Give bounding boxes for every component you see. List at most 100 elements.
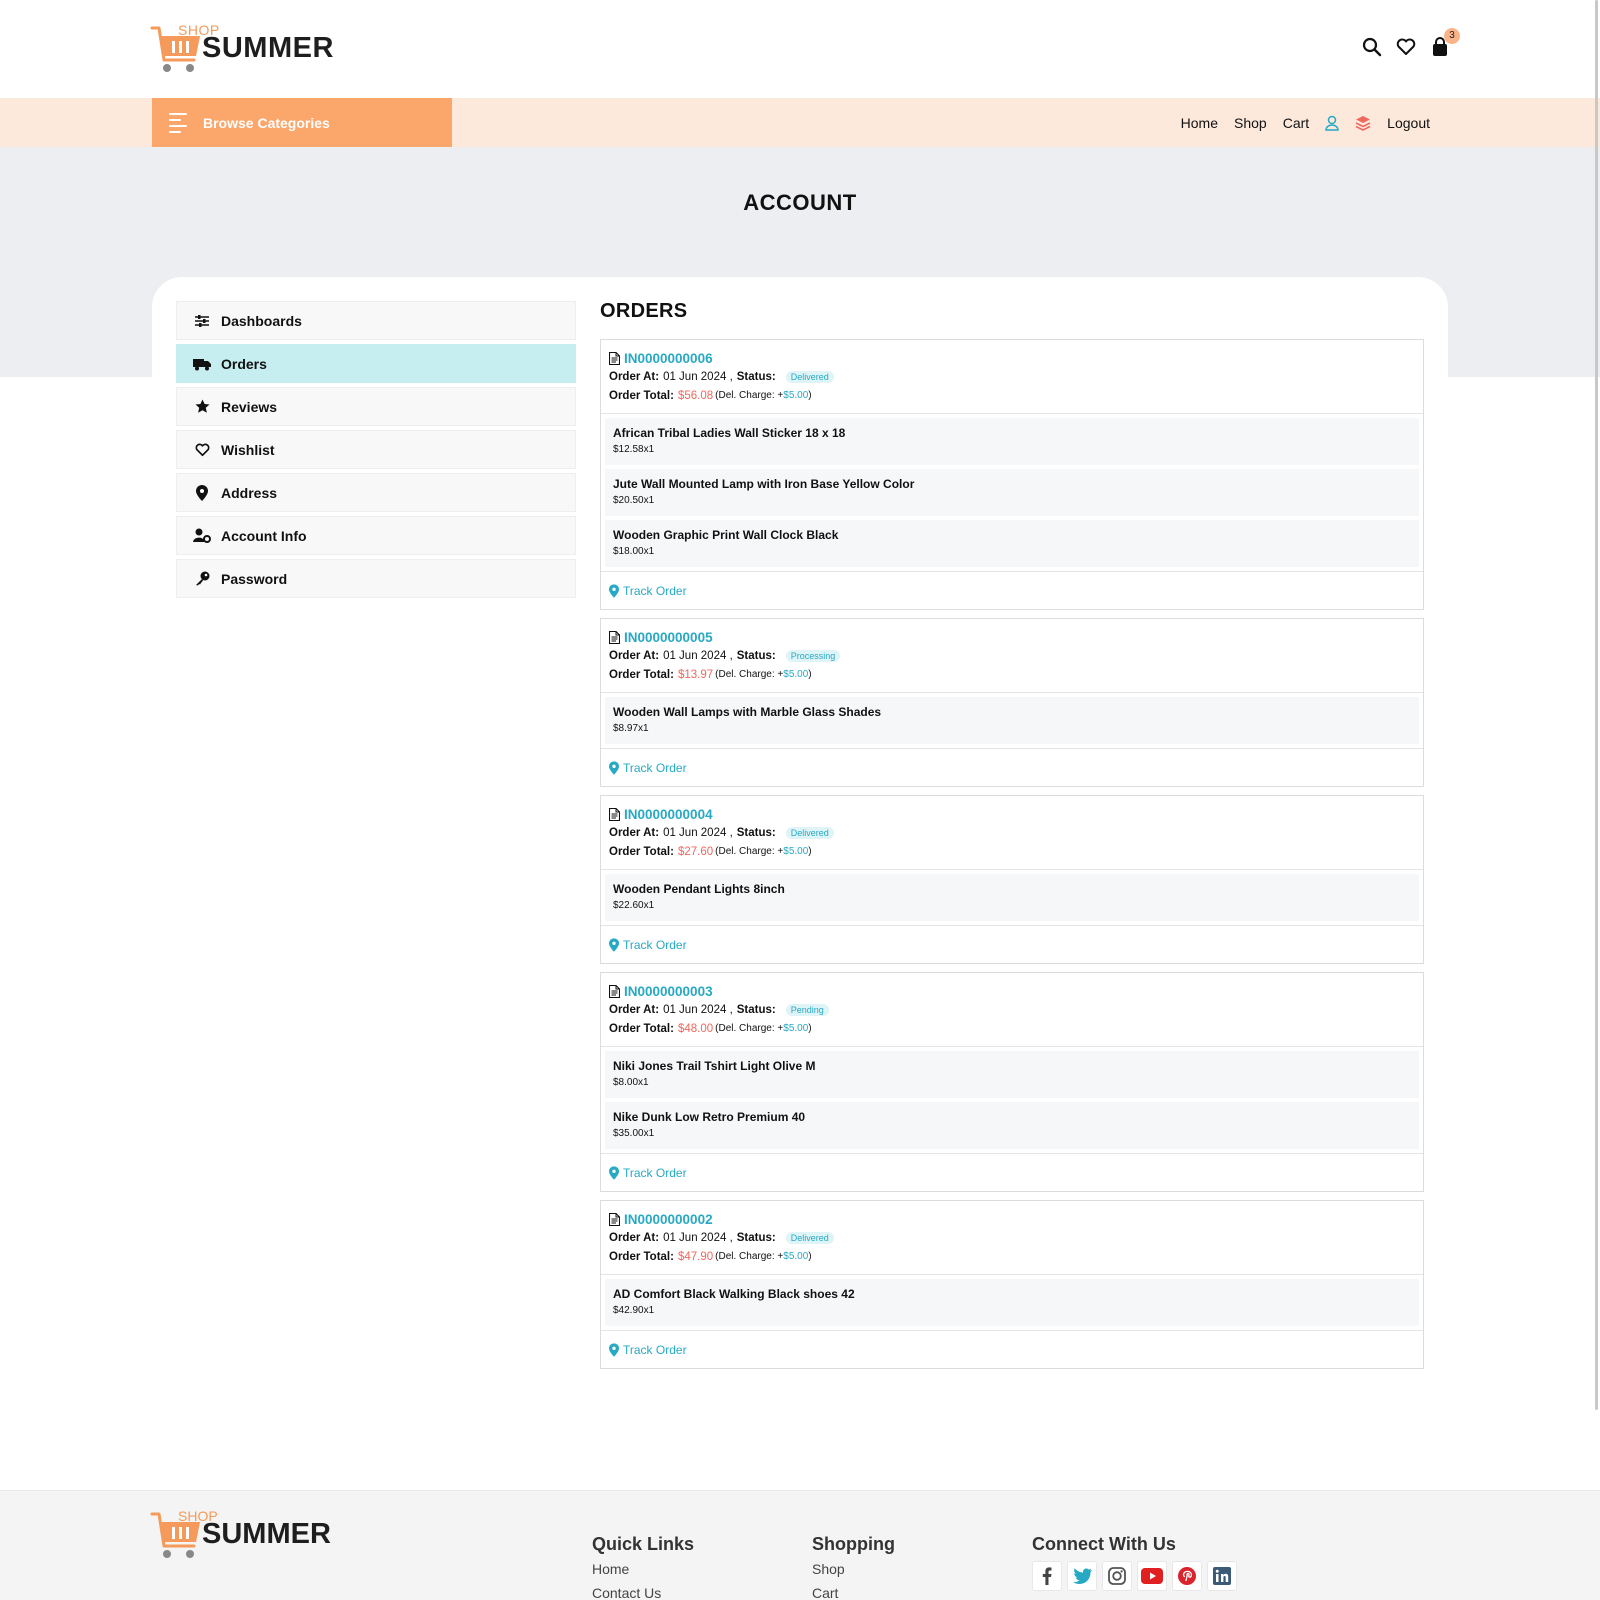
- logo-summer-text: SUMMER: [202, 1518, 331, 1550]
- sidebar-item-account-info[interactable]: Account Info: [176, 516, 576, 555]
- site-logo[interactable]: SHOP SUMMER: [150, 20, 340, 76]
- order-total-label: Order Total:: [609, 668, 674, 681]
- order-item[interactable]: African Tribal Ladies Wall Sticker 18 x …: [605, 418, 1419, 465]
- invoice-icon: [609, 1212, 620, 1226]
- footer-quick-links-title: Quick Links: [592, 1534, 695, 1554]
- order-id-link[interactable]: IN0000000004: [609, 805, 1415, 823]
- order-date: 01 Jun 2024 ,: [663, 1003, 733, 1016]
- order-item-name: African Tribal Ladies Wall Sticker 18 x …: [613, 426, 846, 440]
- location-pin-icon: [609, 760, 619, 775]
- order-item-price: $18.00x1: [613, 546, 655, 557]
- order-item-price: $12.58x1: [613, 444, 655, 455]
- track-order-button[interactable]: Track Order: [601, 749, 1423, 786]
- order-items: AD Comfort Black Walking Black shoes 42 …: [601, 1275, 1423, 1331]
- track-order-label: Track Order: [623, 1165, 687, 1180]
- order-header: IN0000000004 Order At: 01 Jun 2024 , Sta…: [601, 796, 1423, 870]
- order-items: Wooden Wall Lamps with Marble Glass Shad…: [601, 693, 1423, 749]
- order-item[interactable]: Jute Wall Mounted Lamp with Iron Base Ye…: [605, 469, 1419, 516]
- sidebar-item-dashboards[interactable]: Dashboards: [176, 301, 576, 340]
- track-order-button[interactable]: Track Order: [601, 1331, 1423, 1368]
- location-pin-icon: [609, 937, 619, 952]
- order-total-line: Order Total: $48.00 (Del. Charge: +$5.00…: [609, 1019, 1415, 1038]
- sidebar-item-orders[interactable]: Orders: [176, 344, 576, 383]
- sidebar-item-address[interactable]: Address: [176, 473, 576, 512]
- order-total-value: $27.60: [677, 845, 714, 858]
- youtube-icon[interactable]: [1137, 1561, 1167, 1591]
- sidebar-item-label: Password: [221, 570, 288, 587]
- order-header: IN0000000002 Order At: 01 Jun 2024 , Sta…: [601, 1201, 1423, 1275]
- order-item[interactable]: Wooden Pendant Lights 8inch $22.60x1: [605, 874, 1419, 921]
- track-order-label: Track Order: [623, 937, 687, 952]
- order-card: IN0000000003 Order At: 01 Jun 2024 , Sta…: [600, 972, 1424, 1192]
- order-id-link[interactable]: IN0000000006: [609, 349, 1415, 367]
- order-item-price: $35.00x1: [613, 1128, 655, 1139]
- status-badge: Delivered: [785, 370, 834, 383]
- order-item[interactable]: Wooden Graphic Print Wall Clock Black $1…: [605, 520, 1419, 567]
- sidebar-item-label: Account Info: [221, 527, 307, 544]
- browse-categories-label: Browse Categories: [203, 114, 330, 131]
- sidebar-item-reviews[interactable]: Reviews: [176, 387, 576, 426]
- pinterest-icon[interactable]: [1172, 1561, 1202, 1591]
- order-total-value: $47.90: [677, 1250, 714, 1263]
- page-scrollbar[interactable]: [1595, 0, 1598, 1410]
- twitter-icon[interactable]: [1067, 1561, 1097, 1591]
- del-charge-label: Del. Charge: +: [718, 1251, 784, 1262]
- order-card: IN0000000005 Order At: 01 Jun 2024 , Sta…: [600, 618, 1424, 787]
- invoice-icon: [609, 984, 620, 998]
- order-at-label: Order At:: [609, 370, 660, 383]
- order-item-name: Nike Dunk Low Retro Premium 40: [613, 1110, 806, 1124]
- order-total-value: $56.08: [677, 389, 714, 402]
- order-item-name: Wooden Pendant Lights 8inch: [613, 882, 785, 896]
- del-charge-value: $5.00: [783, 390, 809, 401]
- order-id: IN0000000003: [624, 983, 713, 999]
- track-order-button[interactable]: Track Order: [601, 572, 1423, 609]
- header-icons: 3: [1362, 28, 1460, 58]
- layers-icon[interactable]: [1355, 115, 1371, 131]
- delivery-charge: (Del. Charge: +$5.00): [715, 669, 812, 680]
- social-links: [1032, 1561, 1237, 1591]
- footer-link-shop[interactable]: Shop: [812, 1561, 895, 1585]
- user-icon[interactable]: [1325, 115, 1339, 131]
- search-icon[interactable]: [1362, 36, 1382, 58]
- footer-shopping: Shopping Shop Cart: [812, 1534, 895, 1600]
- footer-logo[interactable]: SHOP SUMMER: [150, 1506, 340, 1562]
- footer-connect-title: Connect With Us: [1032, 1534, 1176, 1554]
- order-item[interactable]: Nike Dunk Low Retro Premium 40 $35.00x1: [605, 1102, 1419, 1149]
- order-items: Niki Jones Trail Tshirt Light Olive M $8…: [601, 1047, 1423, 1154]
- key-icon: [193, 571, 211, 587]
- status-label: Status:: [736, 649, 776, 662]
- location-pin-icon: [193, 484, 211, 501]
- footer-link-contact[interactable]: Contact Us: [592, 1585, 694, 1600]
- track-order-button[interactable]: Track Order: [601, 1154, 1423, 1191]
- sidebar-item-password[interactable]: Password: [176, 559, 576, 598]
- facebook-icon[interactable]: [1032, 1561, 1062, 1591]
- order-id-link[interactable]: IN0000000005: [609, 628, 1415, 646]
- nav-home-link[interactable]: Home: [1181, 115, 1218, 131]
- instagram-icon[interactable]: [1102, 1561, 1132, 1591]
- order-total-line: Order Total: $47.90 (Del. Charge: +$5.00…: [609, 1247, 1415, 1266]
- nav-shop-link[interactable]: Shop: [1234, 115, 1267, 131]
- nav-cart-link[interactable]: Cart: [1283, 115, 1309, 131]
- linkedin-icon[interactable]: [1207, 1561, 1237, 1591]
- order-id-link[interactable]: IN0000000003: [609, 982, 1415, 1000]
- location-pin-icon: [609, 1165, 619, 1180]
- nav-logout-link[interactable]: Logout: [1387, 115, 1430, 131]
- invoice-icon: [609, 807, 620, 821]
- footer-link-home[interactable]: Home: [592, 1561, 694, 1585]
- order-item[interactable]: Wooden Wall Lamps with Marble Glass Shad…: [605, 697, 1419, 744]
- shopping-bag-icon[interactable]: 3: [1430, 28, 1460, 58]
- footer-link-cart[interactable]: Cart: [812, 1585, 895, 1600]
- order-id-link[interactable]: IN0000000002: [609, 1210, 1415, 1228]
- sidebar-item-wishlist[interactable]: Wishlist: [176, 430, 576, 469]
- browse-categories-button[interactable]: Browse Categories: [152, 98, 452, 147]
- order-at-label: Order At:: [609, 1003, 660, 1016]
- delivery-charge: (Del. Charge: +$5.00): [715, 846, 812, 857]
- footer-shopping-title: Shopping: [812, 1534, 895, 1554]
- track-order-button[interactable]: Track Order: [601, 926, 1423, 963]
- order-date: 01 Jun 2024 ,: [663, 370, 733, 383]
- wishlist-heart-icon[interactable]: [1396, 36, 1416, 58]
- order-card: IN0000000002 Order At: 01 Jun 2024 , Sta…: [600, 1200, 1424, 1369]
- order-item[interactable]: AD Comfort Black Walking Black shoes 42 …: [605, 1279, 1419, 1326]
- sidebar-item-label: Orders: [221, 355, 267, 372]
- order-item[interactable]: Niki Jones Trail Tshirt Light Olive M $8…: [605, 1051, 1419, 1098]
